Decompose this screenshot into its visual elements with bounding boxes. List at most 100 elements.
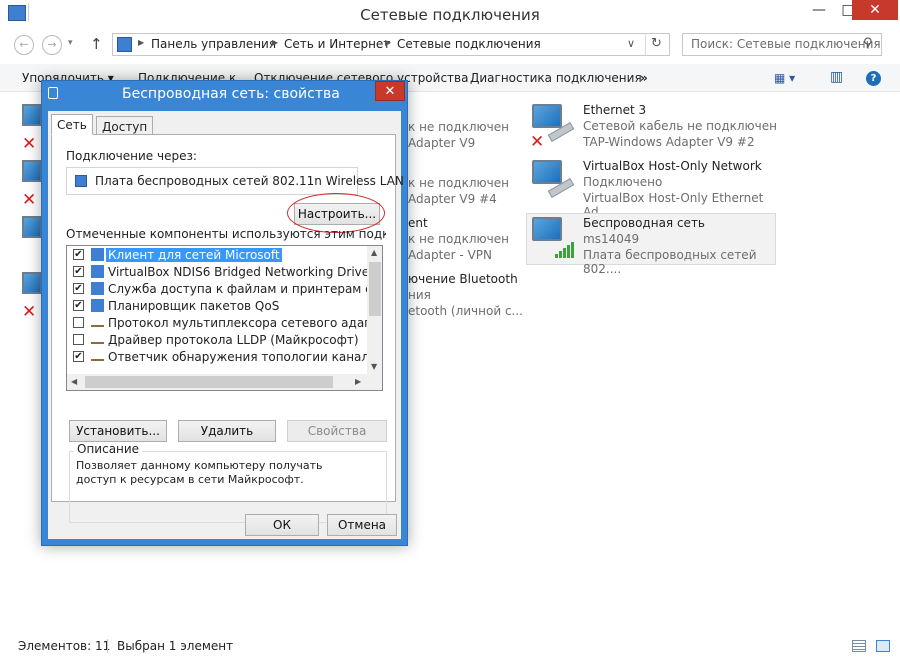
protocol-icon bbox=[91, 336, 104, 344]
details-view-icon[interactable] bbox=[852, 640, 866, 652]
tiles-view-icon[interactable] bbox=[876, 640, 890, 652]
search-input[interactable]: Поиск: Сетевые подключения ⚲ bbox=[682, 33, 882, 56]
tab-sharing[interactable]: Доступ bbox=[96, 116, 154, 136]
network-adapter-icon bbox=[22, 272, 42, 294]
properties-button[interactable]: Свойства bbox=[287, 420, 387, 442]
breadcrumb-network-internet[interactable]: Сеть и Интернет bbox=[284, 37, 390, 51]
network-adapter-icon bbox=[48, 87, 58, 99]
network-adapter-icon bbox=[532, 217, 562, 241]
up-button[interactable]: ↑ bbox=[90, 35, 103, 53]
breadcrumb-control-panel[interactable]: Панель управления bbox=[151, 37, 276, 51]
breadcrumb-separator-icon: ▶ bbox=[138, 38, 145, 47]
dialog-close-button[interactable]: ✕ bbox=[375, 81, 405, 101]
network-adapter-icon bbox=[532, 104, 562, 128]
components-label: Отмеченные компоненты используются этим … bbox=[66, 227, 386, 241]
list-item[interactable]: к не подключен Adapter V9 bbox=[408, 104, 518, 158]
connect-using-label: Подключение через: bbox=[66, 149, 197, 163]
protocol-icon bbox=[91, 353, 104, 361]
scroll-up-icon[interactable]: ▲ bbox=[371, 248, 377, 257]
ok-button[interactable]: ОК bbox=[245, 514, 319, 536]
item-name: VirtualBox Host-Only Network bbox=[583, 159, 762, 173]
change-view-button[interactable]: ▦ ▾ bbox=[774, 71, 795, 85]
checkbox[interactable]: ✔ bbox=[73, 249, 84, 260]
network-adapter-icon bbox=[22, 160, 42, 182]
network-adapter-icon bbox=[22, 104, 42, 126]
selection-count: Выбран 1 элемент bbox=[117, 639, 234, 653]
list-item[interactable]: Драйвер протокола LLDP (Майкрософт) bbox=[67, 332, 367, 349]
item-device: TAP-Windows Adapter V9 #2 bbox=[583, 135, 755, 149]
scroll-thumb[interactable] bbox=[369, 262, 381, 316]
scroll-down-icon[interactable]: ▼ bbox=[371, 362, 377, 371]
checkbox[interactable]: ✔ bbox=[73, 351, 84, 362]
disconnected-icon: ✕ bbox=[22, 302, 37, 322]
scroll-right-icon[interactable]: ▶ bbox=[355, 377, 361, 386]
uninstall-button[interactable]: Удалить bbox=[178, 420, 276, 442]
list-item-ethernet3[interactable]: ✕ Ethernet 3 Сетевой кабель не подключен… bbox=[528, 102, 778, 156]
dialog-title: Беспроводная сеть: свойства bbox=[122, 86, 340, 102]
checkbox[interactable] bbox=[73, 317, 84, 328]
list-item[interactable]: ent к не подключен Adapter - VPN bbox=[408, 216, 518, 270]
search-icon[interactable]: ⚲ bbox=[863, 36, 873, 51]
breadcrumb-separator-icon: ▶ bbox=[272, 38, 279, 47]
list-item[interactable]: ✔ Клиент для сетей Microsoft bbox=[67, 247, 367, 264]
item-device: Adapter - VPN bbox=[408, 248, 492, 262]
item-count: Элементов: 11 bbox=[18, 639, 111, 653]
network-adapter-icon bbox=[532, 160, 562, 184]
cancel-button[interactable]: Отмена bbox=[327, 514, 397, 536]
list-item[interactable]: ✔ Планировщик пакетов QoS bbox=[67, 298, 367, 315]
item-status: ния bbox=[408, 288, 431, 302]
address-bar[interactable]: ▶ Панель управления ▶ Сеть и Интернет ▶ … bbox=[112, 33, 670, 56]
history-dropdown-icon[interactable]: ▾ bbox=[68, 38, 73, 48]
help-button[interactable]: ? bbox=[866, 71, 881, 86]
back-button[interactable]: ← bbox=[14, 35, 34, 55]
checkbox[interactable]: ✔ bbox=[73, 283, 84, 294]
install-button[interactable]: Установить... bbox=[69, 420, 167, 442]
address-dropdown-icon[interactable]: ∨ bbox=[627, 37, 635, 50]
dialog-title-bar: Беспроводная сеть: свойства bbox=[42, 81, 407, 107]
network-adapter-icon bbox=[22, 216, 42, 238]
checkbox[interactable]: ✔ bbox=[73, 266, 84, 277]
network-adapter-icon bbox=[75, 175, 87, 187]
vertical-scrollbar[interactable]: ▲ ▼ bbox=[367, 246, 382, 374]
item-status: ms14049 bbox=[583, 232, 640, 246]
component-label: Драйвер протокола LLDP (Майкрософт) bbox=[108, 333, 359, 347]
checkbox[interactable] bbox=[73, 334, 84, 345]
breadcrumb-network-connections[interactable]: Сетевые подключения bbox=[397, 37, 541, 51]
signal-bars-icon bbox=[555, 242, 575, 258]
list-item[interactable]: ✔ Служба доступа к файлам и принтерам се… bbox=[67, 281, 382, 298]
more-commands-button[interactable]: » bbox=[640, 71, 648, 85]
item-status: к не подключен bbox=[408, 176, 509, 190]
item-status: к не подключен bbox=[408, 232, 509, 246]
scroll-thumb[interactable] bbox=[85, 376, 333, 388]
list-item-wireless[interactable]: Беспроводная сеть ms14049 Плата беспрово… bbox=[526, 213, 776, 276]
close-button[interactable]: ✕ bbox=[852, 0, 898, 20]
component-label: VirtualBox NDIS6 Bridged Networking Driv… bbox=[108, 265, 375, 279]
preview-pane-button[interactable]: ▥ bbox=[830, 69, 843, 85]
adapter-name: Плата беспроводных сетей 802.11n Wireles… bbox=[95, 174, 404, 188]
list-item[interactable]: к не подключен Adapter V9 #4 bbox=[408, 160, 518, 214]
diagnose-button[interactable]: Диагностика подключения bbox=[470, 71, 642, 85]
item-name: ent bbox=[408, 216, 428, 230]
disconnected-icon: ✕ bbox=[530, 132, 545, 152]
forward-button[interactable]: → bbox=[42, 35, 62, 55]
description-label: Описание bbox=[74, 442, 143, 456]
list-item[interactable]: ючение Bluetooth ния etooth (личной с... bbox=[408, 272, 523, 326]
list-item[interactable]: ✔ VirtualBox NDIS6 Bridged Networking Dr… bbox=[67, 264, 374, 281]
refresh-icon[interactable]: ↻ bbox=[651, 36, 662, 51]
description-text: Позволяет данному компьютеру получать до… bbox=[76, 459, 323, 486]
tab-network[interactable]: Сеть bbox=[51, 114, 93, 135]
item-device: etooth (личной с... bbox=[408, 304, 523, 318]
components-list[interactable]: ✔ Клиент для сетей Microsoft ✔ VirtualBo… bbox=[66, 245, 383, 391]
scroll-left-icon[interactable]: ◀ bbox=[71, 377, 77, 386]
component-label: Служба доступа к файлам и принтерам сете… bbox=[108, 282, 382, 296]
tab-panel: Подключение через: Плата беспроводных се… bbox=[51, 134, 404, 523]
checkbox[interactable]: ✔ bbox=[73, 300, 84, 311]
horizontal-scrollbar[interactable]: ◀ ▶ bbox=[67, 374, 382, 390]
minimize-button[interactable]: — bbox=[806, 0, 832, 22]
disconnected-icon: ✕ bbox=[22, 134, 37, 154]
list-item[interactable]: Протокол мультиплексора сетевого адаптер… bbox=[67, 315, 382, 332]
dialog-body: Сеть Доступ Подключение через: Плата бес… bbox=[48, 111, 404, 539]
list-item[interactable]: ✔ Ответчик обнаружения топологии канальн… bbox=[67, 349, 382, 366]
item-name: ючение Bluetooth bbox=[408, 272, 518, 286]
list-item-virtualbox[interactable]: VirtualBox Host-Only Network Подключено … bbox=[528, 158, 778, 219]
